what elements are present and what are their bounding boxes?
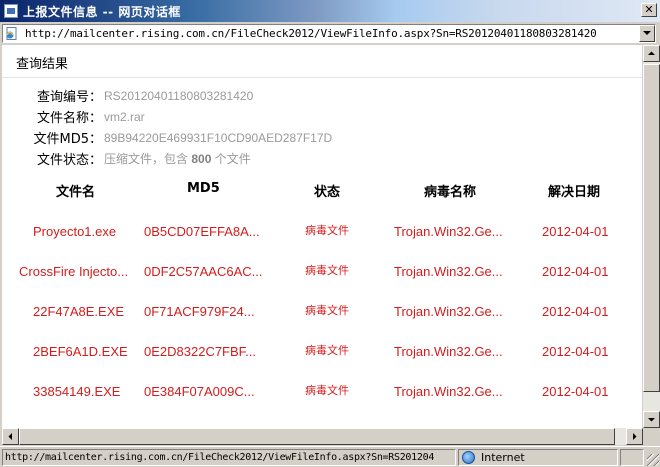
cell-status: 病毒文件	[305, 224, 349, 237]
cell-file-name: 22F47A8E.EXE	[33, 304, 125, 319]
cell-file-name: 2BEF6A1D.EXE	[33, 344, 128, 359]
info-row-md5: 文件MD5： 89B94220E469931F10CD90AED287F17D	[26, 127, 333, 148]
cell-md5: 0DF2C57AAC6AC...	[144, 264, 263, 279]
file-count: 800	[191, 152, 212, 166]
resize-grip[interactable]	[647, 454, 659, 466]
cell-status: 病毒文件	[305, 304, 349, 317]
globe-icon	[462, 451, 475, 464]
cell-file-name: Proyecto1.exe	[33, 224, 117, 239]
section-divider	[2, 77, 642, 78]
cell-virus-name: Trojan.Win32.Ge...	[394, 344, 503, 359]
arrow-right-icon	[633, 433, 637, 440]
info-label: 文件名称：	[36, 111, 102, 126]
cell-date: 2012-04-01	[542, 224, 609, 239]
result-table: Proyecto1.exe 0B5CD07EFFA8A... 病毒文件 Troj…	[2, 221, 642, 421]
cell-md5: 0F71ACF979F24...	[144, 304, 255, 319]
close-button[interactable]: ✕	[641, 3, 657, 17]
horizontal-scroll-thumb[interactable]	[19, 428, 615, 445]
horizontal-scrollbar[interactable]	[2, 428, 643, 445]
header-status: 状态	[314, 185, 341, 200]
info-value: vm2.rar	[104, 109, 145, 124]
table-row: 22F47A8E.EXE 0F71ACF979F24... 病毒文件 Troja…	[2, 301, 642, 341]
scroll-right-button[interactable]	[626, 428, 643, 445]
file-info: 查询编号： RS20120401180803281420 文件名称： vm2.r…	[26, 85, 333, 169]
cell-virus-name: Trojan.Win32.Ge...	[394, 384, 503, 399]
address-bar: http://mailcenter.rising.com.cn/FileChec…	[0, 22, 660, 44]
cell-date: 2012-04-01	[542, 304, 609, 319]
scroll-left-button[interactable]	[2, 428, 19, 445]
table-row: Proyecto1.exe 0B5CD07EFFA8A... 病毒文件 Troj…	[2, 221, 642, 261]
arrow-left-icon	[8, 433, 12, 440]
address-url: http://mailcenter.rising.com.cn/FileChec…	[25, 27, 597, 40]
header-virus-name: 病毒名称	[424, 185, 477, 200]
info-row-file-status: 文件状态： 压缩文件，包含 800 个文件	[26, 148, 332, 169]
address-field[interactable]: http://mailcenter.rising.com.cn/FileChec…	[2, 24, 656, 43]
cell-date: 2012-04-01	[542, 384, 609, 399]
vertical-scroll-thumb[interactable]	[643, 64, 660, 392]
cell-file-name: 33854149.EXE	[33, 384, 121, 399]
table-header: 文件名 MD5 状态 病毒名称 解决日期	[2, 181, 642, 201]
status-url: http://mailcenter.rising.com.cn/FileChec…	[2, 449, 456, 466]
info-value: 压缩文件，包含 800 个文件	[104, 150, 251, 167]
table-row: CrossFire Injecto... 0DF2C57AAC6AC... 病毒…	[2, 261, 642, 301]
cell-md5: 0B5CD07EFFA8A...	[144, 224, 260, 239]
cell-file-name: CrossFire Injecto...	[19, 264, 129, 279]
table-row: 33854149.EXE 0E384F07A009C... 病毒文件 Troja…	[2, 381, 642, 421]
cell-virus-name: Trojan.Win32.Ge...	[394, 224, 503, 239]
cell-status: 病毒文件	[305, 264, 349, 277]
dialog-page-icon	[4, 4, 18, 18]
info-row-file-name: 文件名称： vm2.rar	[26, 106, 332, 127]
section-title: 查询结果	[16, 57, 69, 72]
info-label: 查询编号：	[36, 90, 102, 105]
scroll-down-button[interactable]	[643, 411, 660, 428]
page-content: 查询结果 查询编号： RS20120401180803281420 文件名称： …	[2, 45, 642, 428]
vertical-scrollbar[interactable]	[643, 45, 660, 428]
cell-date: 2012-04-01	[542, 344, 609, 359]
title-bar: 上报文件信息 -- 网页对话框 ✕	[0, 0, 660, 22]
page-icon	[6, 27, 17, 40]
security-zone[interactable]: Internet	[458, 449, 618, 466]
header-file-name: 文件名	[56, 185, 96, 200]
arrow-up-icon	[648, 51, 655, 55]
info-label: 文件状态：	[36, 153, 102, 168]
status-prefix: 压缩文件，包含	[104, 152, 192, 166]
cell-status: 病毒文件	[305, 344, 349, 357]
scroll-up-button[interactable]	[643, 45, 660, 62]
status-panel	[620, 449, 644, 466]
address-dropdown-button[interactable]	[639, 25, 655, 42]
cell-status: 病毒文件	[305, 384, 349, 397]
info-row-query-id: 查询编号： RS20120401180803281420	[26, 85, 332, 106]
chevron-down-icon	[643, 31, 651, 35]
cell-date: 2012-04-01	[542, 264, 609, 279]
header-md5: MD5	[187, 181, 220, 196]
status-bar: http://mailcenter.rising.com.cn/FileChec…	[0, 446, 660, 467]
info-value: RS20120401180803281420	[104, 88, 254, 103]
info-value: 89B94220E469931F10CD90AED287F17D	[104, 130, 333, 145]
cell-md5: 0E384F07A009C...	[144, 384, 255, 399]
header-date: 解决日期	[548, 185, 601, 200]
scrollbar-corner	[643, 428, 660, 445]
table-row: 2BEF6A1D.EXE 0E2D8322C7FBF... 病毒文件 Troja…	[2, 341, 642, 381]
zone-label: Internet	[481, 451, 525, 464]
cell-virus-name: Trojan.Win32.Ge...	[394, 264, 503, 279]
info-label: 文件MD5：	[33, 132, 103, 147]
status-suffix: 个文件	[211, 152, 251, 166]
cell-md5: 0E2D8322C7FBF...	[144, 344, 257, 359]
arrow-down-icon	[648, 418, 655, 422]
window-title: 上报文件信息 -- 网页对话框	[23, 4, 181, 19]
cell-virus-name: Trojan.Win32.Ge...	[394, 304, 503, 319]
